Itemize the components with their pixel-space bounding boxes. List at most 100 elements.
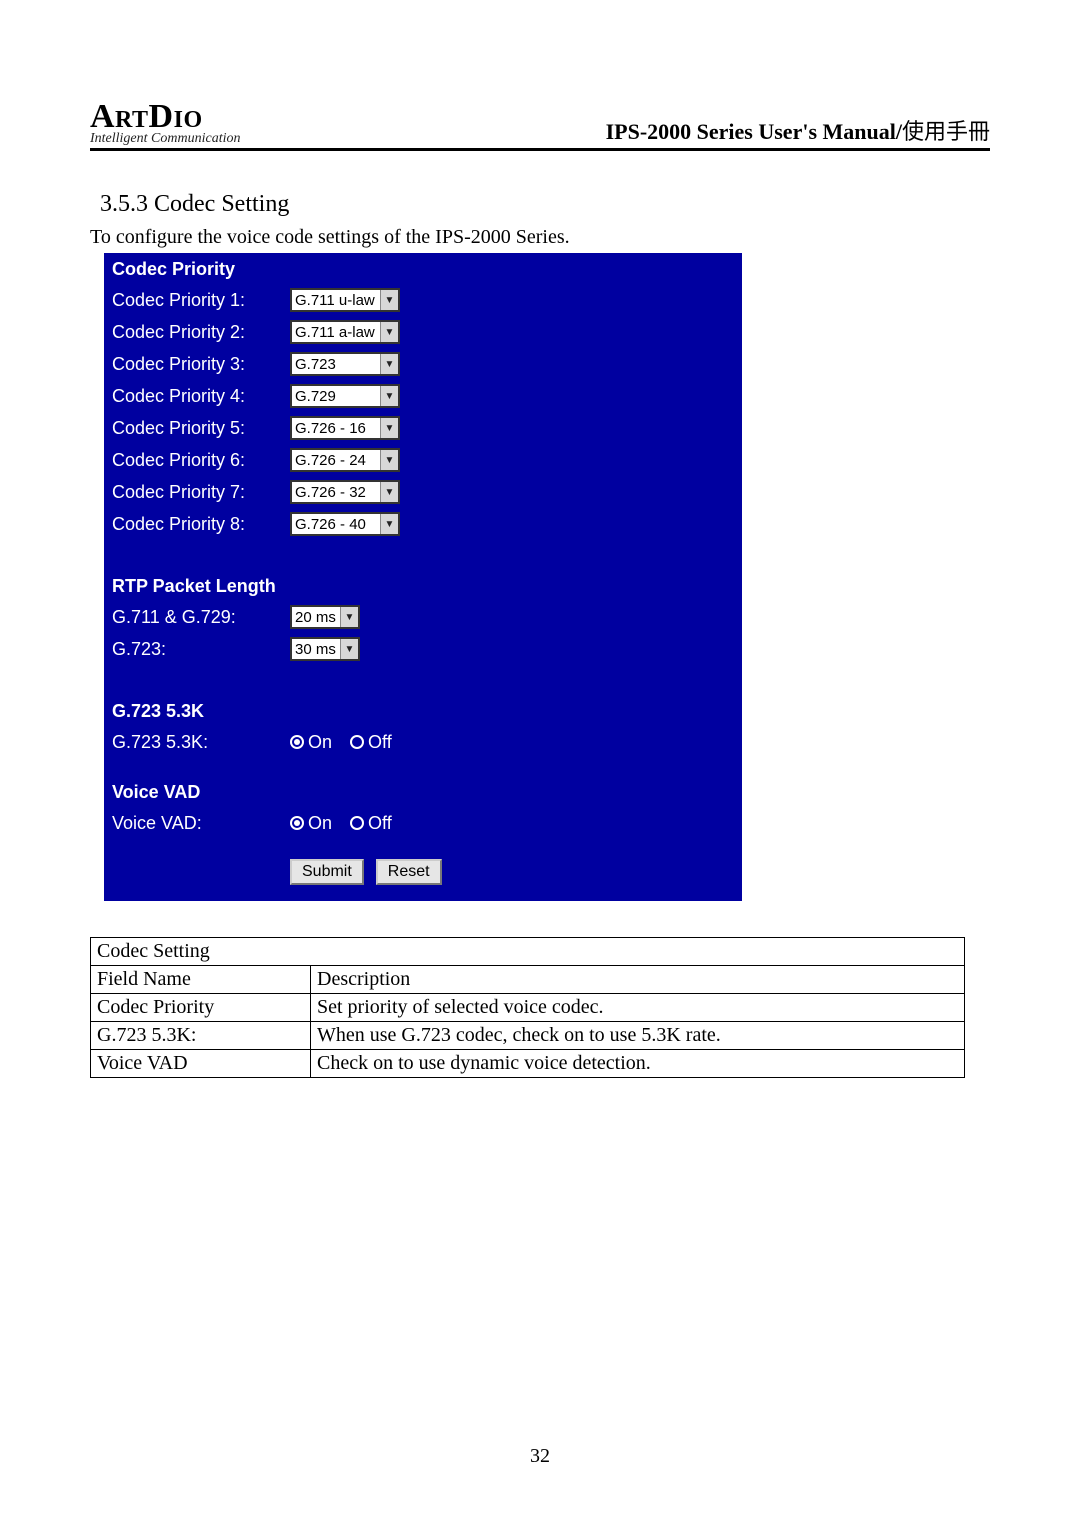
logo-tagline: Intelligent Communication	[90, 132, 240, 146]
table-header-row: Field Name Description	[91, 966, 965, 994]
codec-priority-6-label: Codec Priority 6:	[112, 450, 290, 471]
codec-priority-1-value: G.711 u-law	[295, 292, 375, 309]
codec-priority-4-label: Codec Priority 4:	[112, 386, 290, 407]
button-row: Submit Reset	[290, 859, 734, 885]
g723-53k-row: G.723 5.3K: On Off	[112, 726, 734, 758]
page-number: 32	[0, 1445, 1080, 1468]
rtp-packet-length-heading: RTP Packet Length	[112, 576, 734, 597]
voice-vad-label: Voice VAD:	[112, 813, 290, 834]
codec-priority-2-row: Codec Priority 2: G.711 a-law ▼	[112, 316, 734, 348]
page-header: ArtDio Intelligent Communication IPS-200…	[90, 100, 990, 151]
codec-priority-3-value: G.723	[295, 356, 336, 373]
g723-53k-heading: G.723 5.3K	[112, 701, 734, 722]
document-title-bold: IPS-2000 Series User's Manual/	[606, 119, 902, 144]
codec-priority-6-select[interactable]: G.726 - 24 ▼	[290, 448, 400, 472]
voice-vad-row: Voice VAD: On Off	[112, 807, 734, 839]
radio-off-label: Off	[368, 813, 392, 834]
submit-button[interactable]: Submit	[290, 859, 364, 885]
codec-priority-8-select[interactable]: G.726 - 40 ▼	[290, 512, 400, 536]
radio-off-icon	[350, 816, 364, 830]
description-cell: When use G.723 codec, check on to use 5.…	[311, 1022, 965, 1050]
rtp-g723-label: G.723:	[112, 639, 290, 660]
codec-priority-3-select[interactable]: G.723 ▼	[290, 352, 400, 376]
radio-on-label: On	[308, 813, 332, 834]
chevron-down-icon: ▼	[380, 514, 398, 534]
voice-vad-radio-group: On Off	[290, 813, 392, 834]
chevron-down-icon: ▼	[340, 607, 358, 627]
field-name-cell: G.723 5.3K:	[91, 1022, 311, 1050]
document-title: IPS-2000 Series User's Manual/使用手冊	[606, 114, 990, 146]
codec-priority-1-select[interactable]: G.711 u-law ▼	[290, 288, 400, 312]
section-intro: To configure the voice code settings of …	[90, 226, 990, 249]
chevron-down-icon: ▼	[380, 386, 398, 406]
codec-priority-7-value: G.726 - 32	[295, 484, 366, 501]
codec-priority-5-label: Codec Priority 5:	[112, 418, 290, 439]
description-cell: Set priority of selected voice codec.	[311, 994, 965, 1022]
field-name-cell: Voice VAD	[91, 1050, 311, 1078]
codec-priority-5-value: G.726 - 16	[295, 420, 366, 437]
table-row: G.723 5.3K: When use G.723 codec, check …	[91, 1022, 965, 1050]
codec-priority-2-value: G.711 a-law	[295, 324, 375, 341]
chevron-down-icon: ▼	[340, 639, 358, 659]
table-title: Codec Setting	[91, 938, 965, 966]
chevron-down-icon: ▼	[380, 354, 398, 374]
codec-priority-heading: Codec Priority	[112, 259, 734, 280]
codec-priority-4-row: Codec Priority 4: G.729 ▼	[112, 380, 734, 412]
codec-priority-7-row: Codec Priority 7: G.726 - 32 ▼	[112, 476, 734, 508]
description-table: Codec Setting Field Name Description Cod…	[90, 937, 965, 1078]
radio-off-icon	[350, 735, 364, 749]
codec-priority-7-label: Codec Priority 7:	[112, 482, 290, 503]
description-cell: Check on to use dynamic voice detection.	[311, 1050, 965, 1078]
radio-off-label: Off	[368, 732, 392, 753]
voice-vad-heading: Voice VAD	[112, 782, 734, 803]
codec-priority-1-label: Codec Priority 1:	[112, 290, 290, 311]
codec-priority-2-label: Codec Priority 2:	[112, 322, 290, 343]
rtp-g723-row: G.723: 30 ms ▼	[112, 633, 734, 665]
rtp-g723-select[interactable]: 30 ms ▼	[290, 637, 360, 661]
codec-priority-2-select[interactable]: G.711 a-law ▼	[290, 320, 400, 344]
rtp-g723-value: 30 ms	[295, 641, 336, 658]
codec-setting-panel: Codec Priority Codec Priority 1: G.711 u…	[104, 253, 742, 901]
chevron-down-icon: ▼	[380, 482, 398, 502]
table-title-row: Codec Setting	[91, 938, 965, 966]
codec-priority-8-row: Codec Priority 8: G.726 - 40 ▼	[112, 508, 734, 540]
codec-priority-4-value: G.729	[295, 388, 336, 405]
chevron-down-icon: ▼	[380, 418, 398, 438]
logo-text: ArtDio	[90, 100, 240, 134]
rtp-g711-g729-value: 20 ms	[295, 609, 336, 626]
radio-on-label: On	[308, 732, 332, 753]
col-field-name: Field Name	[91, 966, 311, 994]
voice-vad-off-radio[interactable]: Off	[350, 813, 392, 834]
section-heading: 3.5.3 Codec Setting	[100, 191, 990, 218]
radio-on-icon	[290, 816, 304, 830]
document-title-rest: 使用手冊	[902, 119, 990, 144]
col-description: Description	[311, 966, 965, 994]
codec-priority-5-row: Codec Priority 5: G.726 - 16 ▼	[112, 412, 734, 444]
codec-priority-5-select[interactable]: G.726 - 16 ▼	[290, 416, 400, 440]
codec-priority-8-label: Codec Priority 8:	[112, 514, 290, 535]
codec-priority-8-value: G.726 - 40	[295, 516, 366, 533]
rtp-g711-g729-select[interactable]: 20 ms ▼	[290, 605, 360, 629]
reset-button[interactable]: Reset	[376, 859, 442, 885]
g723-53k-on-radio[interactable]: On	[290, 732, 332, 753]
g723-53k-label: G.723 5.3K:	[112, 732, 290, 753]
rtp-g711-g729-row: G.711 & G.729: 20 ms ▼	[112, 601, 734, 633]
codec-priority-1-row: Codec Priority 1: G.711 u-law ▼	[112, 284, 734, 316]
g723-53k-off-radio[interactable]: Off	[350, 732, 392, 753]
chevron-down-icon: ▼	[380, 322, 398, 342]
codec-priority-3-label: Codec Priority 3:	[112, 354, 290, 375]
chevron-down-icon: ▼	[380, 290, 398, 310]
codec-priority-3-row: Codec Priority 3: G.723 ▼	[112, 348, 734, 380]
codec-priority-7-select[interactable]: G.726 - 32 ▼	[290, 480, 400, 504]
chevron-down-icon: ▼	[380, 450, 398, 470]
codec-priority-4-select[interactable]: G.729 ▼	[290, 384, 400, 408]
field-name-cell: Codec Priority	[91, 994, 311, 1022]
g723-53k-radio-group: On Off	[290, 732, 392, 753]
codec-priority-6-row: Codec Priority 6: G.726 - 24 ▼	[112, 444, 734, 476]
table-row: Codec Priority Set priority of selected …	[91, 994, 965, 1022]
codec-priority-6-value: G.726 - 24	[295, 452, 366, 469]
voice-vad-on-radio[interactable]: On	[290, 813, 332, 834]
logo: ArtDio Intelligent Communication	[90, 100, 240, 146]
radio-on-icon	[290, 735, 304, 749]
table-row: Voice VAD Check on to use dynamic voice …	[91, 1050, 965, 1078]
